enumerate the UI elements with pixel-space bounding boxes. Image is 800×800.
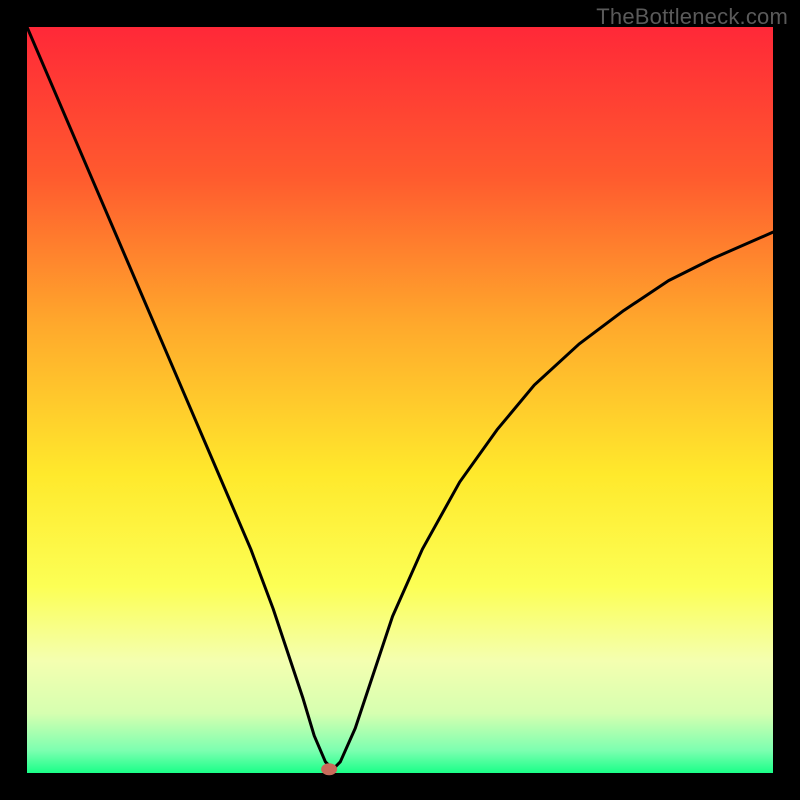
watermark-text: TheBottleneck.com: [596, 4, 788, 30]
optimal-marker: [321, 763, 337, 775]
chart-container: TheBottleneck.com: [0, 0, 800, 800]
plot-background: [27, 27, 773, 773]
bottleneck-chart: [0, 0, 800, 800]
